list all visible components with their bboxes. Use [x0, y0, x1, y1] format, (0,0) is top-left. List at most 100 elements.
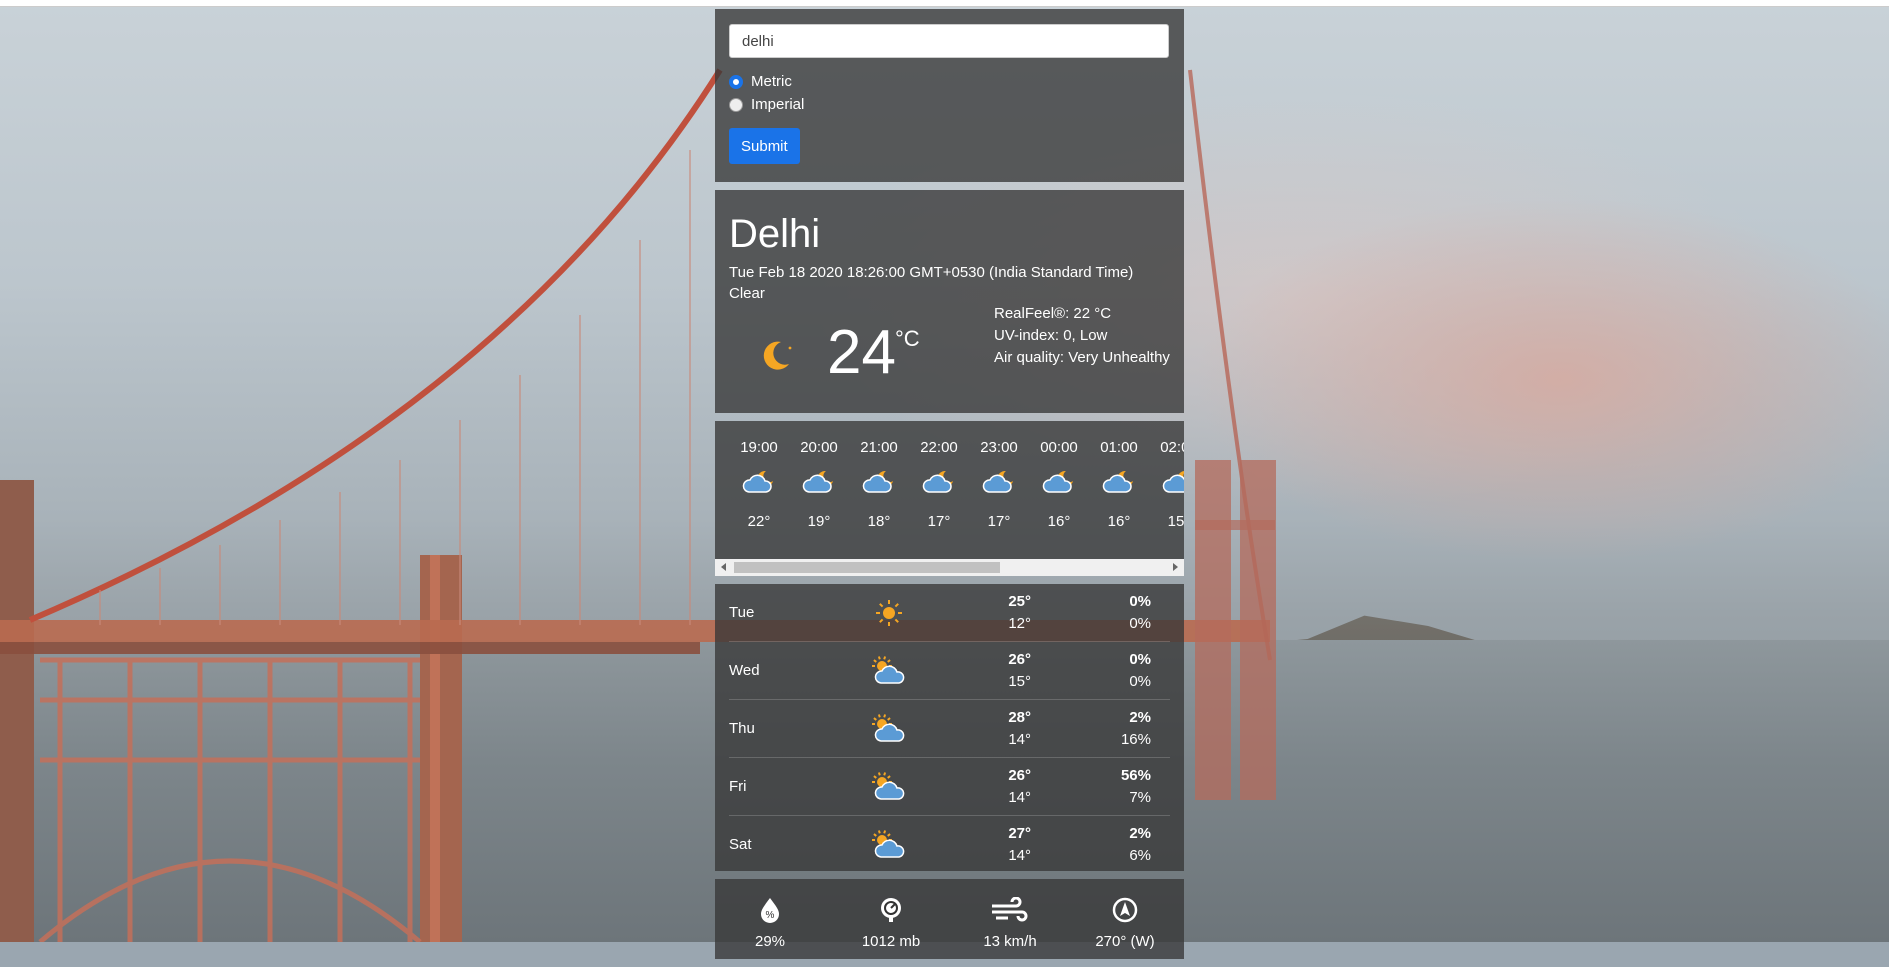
partly-cloudy-night-icon	[1162, 471, 1184, 493]
wind-stat: 13 km/h	[965, 897, 1055, 950]
day-low-temp: 14°	[1008, 788, 1031, 806]
scroll-left-arrow-icon[interactable]	[721, 563, 726, 571]
day-name: Fri	[729, 778, 747, 795]
day-precip-chance: 2%	[1129, 824, 1151, 842]
realfeel: RealFeel®: 22 °C	[994, 305, 1112, 322]
partly-cloudy-night-icon	[862, 470, 893, 493]
hour-item: 02:00 15°	[1149, 439, 1184, 530]
hour-time: 21:00	[860, 439, 898, 456]
daily-row: Thu 28° 14° 2% 16%	[729, 700, 1170, 758]
metric-option[interactable]: Metric	[729, 70, 1170, 93]
horizontal-scrollbar[interactable]	[715, 559, 1184, 576]
night-precip-chance: 0%	[1129, 614, 1151, 632]
search-panel: Metric Imperial Submit	[715, 9, 1184, 182]
browser-top-strip	[0, 0, 1889, 7]
partly-cloudy-day-icon	[872, 829, 905, 858]
daily-row: Sat 27° 14° 2% 6%	[729, 816, 1170, 873]
imperial-radio[interactable]	[729, 97, 743, 112]
hour-time: 02:00	[1160, 439, 1184, 456]
hour-time: 22:00	[920, 439, 958, 456]
day-low-temp: 14°	[1008, 846, 1031, 864]
hour-temperature: 19°	[807, 513, 831, 530]
day-precip-chance: 56%	[1120, 766, 1151, 784]
daily-row: Fri 26° 14° 56% 7%	[729, 758, 1170, 816]
imperial-label: Imperial	[751, 96, 805, 113]
metric-label: Metric	[751, 73, 792, 90]
hour-temperature: 22°	[747, 513, 771, 530]
hour-time: 00:00	[1040, 439, 1078, 456]
hour-item: 23:00 17°	[969, 439, 1029, 530]
partly-cloudy-night-icon	[802, 470, 833, 493]
temperature-unit: °C	[895, 326, 920, 351]
current-weather-panel: Delhi Tue Feb 18 2020 18:26:00 GMT+0530 …	[715, 190, 1184, 413]
current-details: RealFeel®: 22 °C UV-index: 0, Low Air qu…	[994, 303, 1170, 369]
hour-temperature: 15°	[1167, 513, 1184, 530]
day-high-temp: 26°	[1008, 766, 1031, 784]
day-precip-chance: 2%	[1129, 708, 1151, 726]
scroll-thumb[interactable]	[734, 562, 1000, 573]
partly-cloudy-night-icon	[922, 470, 953, 493]
hour-item: 01:00 16°	[1089, 439, 1149, 530]
day-low-temp: 12°	[1008, 614, 1031, 632]
night-precip-chance: 0%	[1129, 672, 1151, 690]
partly-cloudy-day-icon	[872, 771, 905, 800]
current-condition: Clear	[729, 285, 765, 302]
day-high-temp: 27°	[1008, 824, 1031, 842]
day-high-temp: 26°	[1008, 650, 1031, 668]
day-name: Sat	[729, 836, 752, 853]
uv-index: UV-index: 0, Low	[994, 327, 1108, 344]
day-name: Tue	[729, 604, 755, 621]
hour-time: 01:00	[1100, 439, 1138, 456]
city-search-input[interactable]	[729, 24, 1169, 58]
current-temperature: 24	[827, 318, 896, 387]
partly-cloudy-night-icon	[742, 470, 773, 493]
hour-item: 21:00 18°	[849, 439, 909, 530]
wind-icon	[992, 897, 1028, 922]
imperial-option[interactable]: Imperial	[729, 93, 1170, 116]
day-high-temp: 28°	[1008, 708, 1031, 726]
current-datetime: Tue Feb 18 2020 18:26:00 GMT+0530 (India…	[729, 264, 1134, 281]
partly-cloudy-night-icon	[982, 470, 1013, 493]
partly-cloudy-day-icon	[872, 655, 905, 684]
hour-temperature: 17°	[987, 513, 1011, 530]
day-low-temp: 14°	[1008, 730, 1031, 748]
daily-row: Wed 26° 15° 0% 0%	[729, 642, 1170, 700]
daily-forecast-panel: Tue 25° 12° 0% 0% Wed 26° 15° 0% 0% Thu 28° 14° 2% 16%…	[715, 584, 1184, 871]
hour-temperature: 16°	[1107, 513, 1131, 530]
hour-temperature: 16°	[1047, 513, 1071, 530]
hour-item: 20:00 19°	[789, 439, 849, 530]
compass-icon	[1112, 897, 1138, 923]
pressure-icon	[881, 898, 901, 922]
day-name: Thu	[729, 720, 755, 737]
wind-direction-stat: 270° (W)	[1080, 897, 1170, 950]
moon-icon	[763, 341, 792, 370]
scroll-right-arrow-icon[interactable]	[1173, 563, 1178, 571]
hour-temperature: 17°	[927, 513, 951, 530]
partly-cloudy-night-icon	[1102, 470, 1133, 493]
day-high-temp: 25°	[1008, 592, 1031, 610]
daily-row: Tue 25° 12° 0% 0%	[729, 584, 1170, 642]
day-name: Wed	[729, 662, 760, 679]
night-precip-chance: 7%	[1129, 788, 1151, 806]
day-low-temp: 15°	[1008, 672, 1031, 690]
hour-time: 19:00	[740, 439, 778, 456]
hour-temperature: 18°	[867, 513, 891, 530]
hourly-list: 19:00 22° 20:00 19° 21:00 18° 22:00 17° 23:00 17°…	[729, 439, 1184, 530]
svg-text:%: %	[766, 910, 775, 921]
sun-icon	[876, 599, 902, 626]
hour-item: 19:00 22°	[729, 439, 789, 530]
partly-cloudy-night-icon	[1042, 470, 1073, 493]
night-precip-chance: 16%	[1120, 730, 1151, 748]
day-precip-chance: 0%	[1129, 592, 1151, 610]
night-precip-chance: 6%	[1129, 846, 1151, 864]
submit-button[interactable]: Submit	[729, 128, 800, 164]
hourly-forecast-panel[interactable]: 19:00 22° 20:00 19° 21:00 18° 22:00 17° 23:00 17°…	[715, 421, 1184, 576]
hour-item: 00:00 16°	[1029, 439, 1089, 530]
humidity-icon: %	[761, 898, 779, 923]
day-precip-chance: 0%	[1129, 650, 1151, 668]
hour-time: 23:00	[980, 439, 1018, 456]
weather-stats-panel: % 29% 1012 mb 13 km/h 270° (W)	[715, 879, 1184, 959]
humidity-stat: % 29%	[725, 897, 815, 950]
metric-radio[interactable]	[729, 74, 743, 89]
hour-item: 22:00 17°	[909, 439, 969, 530]
